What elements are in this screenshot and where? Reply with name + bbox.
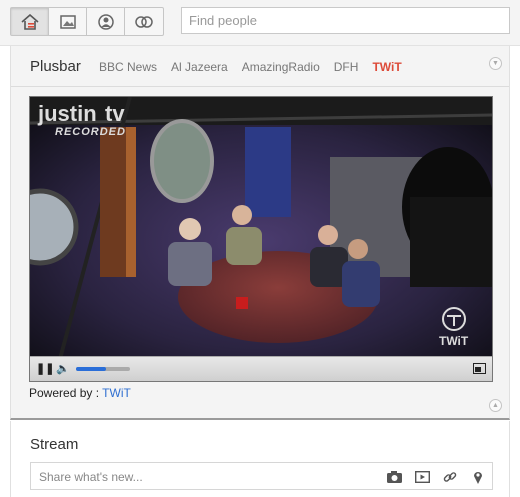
volume-icon[interactable]: 🔈: [56, 362, 70, 375]
circles-icon: [135, 15, 153, 28]
share-tools: [374, 469, 486, 485]
plusbar-title: Plusbar: [30, 58, 81, 75]
powered-by-link[interactable]: TWiT: [102, 386, 131, 400]
top-bar: Find people: [0, 0, 520, 46]
share-input[interactable]: Share what's new...: [39, 470, 143, 484]
camera-icon[interactable]: [386, 469, 402, 485]
tab-amazingradio[interactable]: AmazingRadio: [242, 60, 320, 74]
stream-title: Stream: [30, 436, 79, 453]
plusbar-header: Plusbar BBC News Al Jazeera AmazingRadio…: [11, 46, 509, 87]
volume-slider[interactable]: [76, 367, 130, 371]
nav-profile-button[interactable]: [87, 8, 125, 35]
home-icon: [20, 13, 39, 30]
video-player[interactable]: justin tv RECORDED TWiT ❚❚ 🔈: [29, 96, 493, 382]
powered-by: Powered by : TWiT: [29, 386, 131, 400]
plusbar-tabs: BBC News Al Jazeera AmazingRadio DFH TWi…: [99, 60, 416, 74]
svg-text:justin: justin: [37, 101, 97, 126]
video-controls: ❚❚ 🔈: [30, 356, 492, 381]
nav-circles-button[interactable]: [125, 8, 163, 35]
volume-level: [76, 367, 106, 371]
powered-by-label: Powered by :: [29, 386, 100, 400]
share-box[interactable]: Share what's new...: [30, 462, 493, 490]
tab-al-jazeera[interactable]: Al Jazeera: [171, 60, 228, 74]
main-nav: [10, 7, 164, 36]
plusbar-panel: Plusbar BBC News Al Jazeera AmazingRadio…: [10, 46, 510, 420]
nav-home-button[interactable]: [11, 8, 49, 35]
tab-twit[interactable]: TWiT: [372, 60, 401, 74]
photos-icon: [59, 14, 76, 29]
svg-text:RECORDED: RECORDED: [55, 126, 126, 138]
collapse-up-icon[interactable]: ▲: [489, 399, 502, 412]
search-input[interactable]: Find people: [181, 7, 510, 34]
nav-photos-button[interactable]: [49, 8, 87, 35]
svg-text:tv: tv: [105, 101, 125, 126]
tab-bbc-news[interactable]: BBC News: [99, 60, 157, 74]
video-icon[interactable]: [414, 469, 430, 485]
video-frame: justin tv RECORDED TWiT: [30, 97, 492, 359]
profile-icon: [97, 13, 114, 30]
stream-panel: Stream Share what's new...: [10, 421, 510, 497]
pause-icon[interactable]: ❚❚: [36, 362, 54, 375]
tab-dfh[interactable]: DFH: [334, 60, 359, 74]
svg-text:TWiT: TWiT: [439, 334, 469, 348]
location-icon[interactable]: [470, 469, 486, 485]
fullscreen-icon[interactable]: [473, 363, 486, 377]
link-icon[interactable]: [442, 469, 458, 485]
collapse-down-icon[interactable]: ▼: [489, 57, 502, 70]
